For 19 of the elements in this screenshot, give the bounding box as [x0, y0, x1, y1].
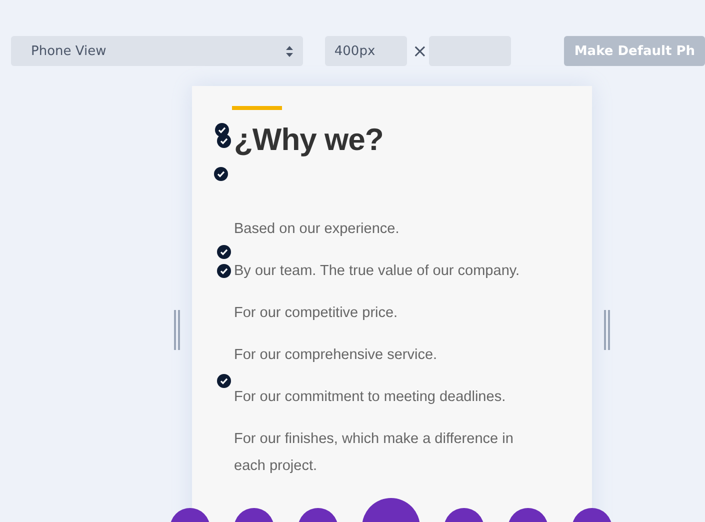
check-circle-icon [214, 167, 228, 181]
resize-handle[interactable] [174, 310, 180, 350]
view-select[interactable]: Phone View [11, 36, 303, 66]
check-circle-icon [217, 134, 231, 148]
sort-arrows-icon [286, 46, 293, 56]
resize-handle[interactable] [604, 310, 610, 350]
width-field[interactable]: 400px [325, 36, 408, 66]
list-item-text: For our competitive price. [234, 304, 398, 323]
list-item-text: Based on our experience. [234, 220, 400, 239]
heading: ¿Why we? [234, 122, 384, 158]
accent-bar [232, 106, 282, 110]
check-circle-icon [217, 245, 231, 259]
check-circle-icon [217, 374, 231, 388]
list-item-text: By our team. The true value of our company. [234, 262, 520, 281]
list-item-text: For our commitment to meeting deadlines. [234, 388, 506, 407]
times-sign: × [412, 40, 424, 62]
list-item-text: For our comprehensive service. [234, 346, 438, 365]
check-circle-icon [217, 264, 231, 278]
list-item-text: For our finishes, which make a difference in each project. [234, 430, 514, 476]
